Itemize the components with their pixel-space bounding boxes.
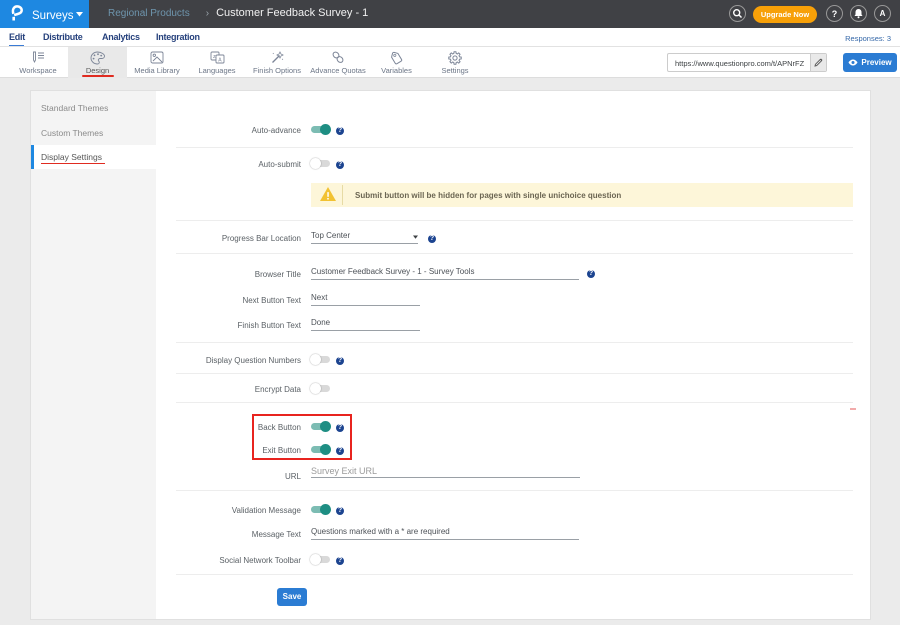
svg-text:z: z	[213, 54, 216, 60]
svg-text:Surveys: Surveys	[32, 10, 74, 22]
